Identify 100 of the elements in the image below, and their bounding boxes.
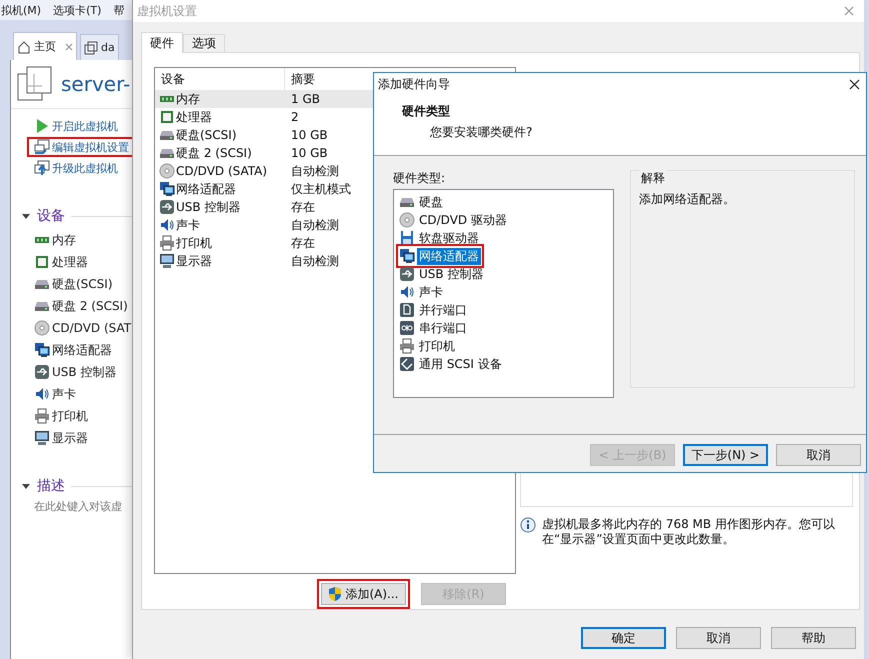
speaker-icon xyxy=(159,217,175,233)
device-row[interactable]: 硬盘 2 (SCSI) 10 GB xyxy=(155,144,515,162)
hardware-type-item[interactable]: USB 控制器 xyxy=(399,265,486,283)
device-name: 内存 xyxy=(155,90,285,108)
play-icon xyxy=(34,118,50,134)
hardware-type-item[interactable]: CD/DVD 驱动器 xyxy=(399,211,509,229)
hardware-type-item[interactable]: 声卡 xyxy=(399,283,445,301)
device-summary: 仅主机模式 xyxy=(290,180,351,198)
device-summary: 存在 xyxy=(290,198,315,216)
disc-icon xyxy=(34,320,50,336)
usb-icon xyxy=(399,266,415,282)
hardware-type-item[interactable]: 串行端口 xyxy=(399,319,469,337)
window-title: 添加硬件向导 xyxy=(378,76,450,92)
device-summary: 自动检测 xyxy=(290,162,339,180)
close-icon xyxy=(844,6,854,16)
device-name: 硬盘(SCSI) xyxy=(155,126,285,144)
scsi-icon xyxy=(399,356,415,372)
chip-icon xyxy=(159,109,175,125)
tab[interactable]: 选项 xyxy=(183,34,225,52)
floppy-icon xyxy=(399,230,415,246)
wizard-button[interactable]: 取消 xyxy=(776,444,861,466)
monitor-icon xyxy=(34,430,50,446)
device-name: CD/DVD (SATA) xyxy=(155,163,285,179)
dialog-button[interactable]: 确定 xyxy=(581,627,666,649)
speaker-icon xyxy=(399,284,415,300)
home-icon xyxy=(17,40,31,54)
device-item[interactable]: 硬盘(SCSI) xyxy=(34,275,132,293)
device-item[interactable]: 显示器 xyxy=(34,429,132,447)
monitor-icon xyxy=(159,253,175,269)
chip-icon xyxy=(34,254,50,270)
menu-item[interactable]: 选项卡(T) xyxy=(52,2,102,18)
close-icon xyxy=(65,42,73,50)
device-name: USB 控制器 xyxy=(155,198,285,216)
wizard-button[interactable]: 下一步(N) > xyxy=(683,444,768,466)
settings-icon xyxy=(34,139,50,155)
disc-icon xyxy=(159,163,175,179)
hardware-type-item[interactable]: 硬盘 xyxy=(399,193,445,211)
printer-icon xyxy=(399,338,415,354)
shield-icon xyxy=(328,586,342,602)
action-link[interactable]: 开启此虚拟机 xyxy=(34,117,132,135)
device-item[interactable]: CD/DVD (SAT xyxy=(34,319,132,337)
action-link[interactable]: 升级此虚拟机 xyxy=(34,159,132,177)
printer-icon xyxy=(159,235,175,251)
vm-name: server- xyxy=(61,72,130,96)
add-button[interactable]: 添加(A)... xyxy=(321,583,406,605)
usb-icon xyxy=(159,199,175,215)
dialog-button[interactable]: 取消 xyxy=(676,627,761,649)
group-title: 解释 xyxy=(639,170,667,187)
device-item[interactable]: 内存 xyxy=(34,231,132,249)
collapse-triangle-icon[interactable] xyxy=(21,481,31,491)
device-item[interactable]: 打印机 xyxy=(34,407,132,425)
device-summary: 自动检测 xyxy=(290,216,339,234)
network-icon xyxy=(159,181,175,197)
speaker-icon xyxy=(34,386,50,402)
device-summary: 10 GB xyxy=(290,128,328,142)
device-summary: 2 xyxy=(290,110,299,124)
section-title: 描述 xyxy=(37,477,65,495)
device-item[interactable]: 处理器 xyxy=(34,253,132,271)
device-summary: 10 GB xyxy=(290,146,328,160)
device-summary: 存在 xyxy=(290,234,315,252)
tab[interactable]: 主页 xyxy=(13,32,77,60)
port-icon xyxy=(399,302,415,318)
tab[interactable]: 硬件 xyxy=(141,32,183,53)
device-summary: 自动检测 xyxy=(290,252,339,270)
device-item[interactable]: 硬盘 2 (SCSI) xyxy=(34,297,132,315)
device-name: 处理器 xyxy=(155,108,285,126)
device-item[interactable]: 声卡 xyxy=(34,385,132,403)
close-icon xyxy=(849,78,860,90)
disc-icon xyxy=(399,212,415,228)
info-icon xyxy=(520,517,536,533)
description-hint[interactable]: 在此处键入对该虚 xyxy=(11,497,132,514)
device-summary: 1 GB xyxy=(290,92,320,106)
column-header[interactable]: 摘要 xyxy=(285,68,315,90)
hardware-type-item[interactable]: 并行端口 xyxy=(399,301,469,319)
dialog-button[interactable]: 帮助 xyxy=(771,627,856,649)
network-icon xyxy=(34,342,50,358)
serial-port-icon xyxy=(399,320,415,336)
tab[interactable]: da xyxy=(80,34,119,60)
printer-icon xyxy=(34,408,50,424)
menu-item[interactable]: 帮 xyxy=(112,2,126,18)
device-name: 声卡 xyxy=(155,216,285,234)
window-title: 虚拟机设置 xyxy=(137,2,197,20)
hardware-type-item[interactable]: 软盘驱动器 xyxy=(399,229,481,247)
device-item[interactable]: 网络适配器 xyxy=(34,341,132,359)
explanation-text: 添加网络适配器。 xyxy=(639,191,736,208)
hardware-type-item[interactable]: 打印机 xyxy=(399,337,457,355)
device-item[interactable]: USB 控制器 xyxy=(34,363,132,381)
list-label: 硬件类型: xyxy=(393,170,446,187)
action-link[interactable]: 编辑虚拟机设置 xyxy=(28,138,132,156)
hardware-type-item[interactable]: 通用 SCSI 设备 xyxy=(399,355,504,373)
menu-item[interactable]: 拟机(M) xyxy=(0,2,42,18)
upgrade-icon xyxy=(34,160,50,176)
collapse-triangle-icon[interactable] xyxy=(21,211,31,221)
info-note: 虚拟机最多将此内存的 768 MB 用作图形内存。您可以在“显示器”设置页面中更改此数量。 xyxy=(542,517,836,547)
device-name: 硬盘 2 (SCSI) xyxy=(155,144,285,162)
network-icon xyxy=(399,248,415,264)
vm-icon xyxy=(84,40,98,54)
device-name: 打印机 xyxy=(155,234,285,252)
usb-icon xyxy=(34,364,50,380)
vm-icon xyxy=(17,66,53,102)
